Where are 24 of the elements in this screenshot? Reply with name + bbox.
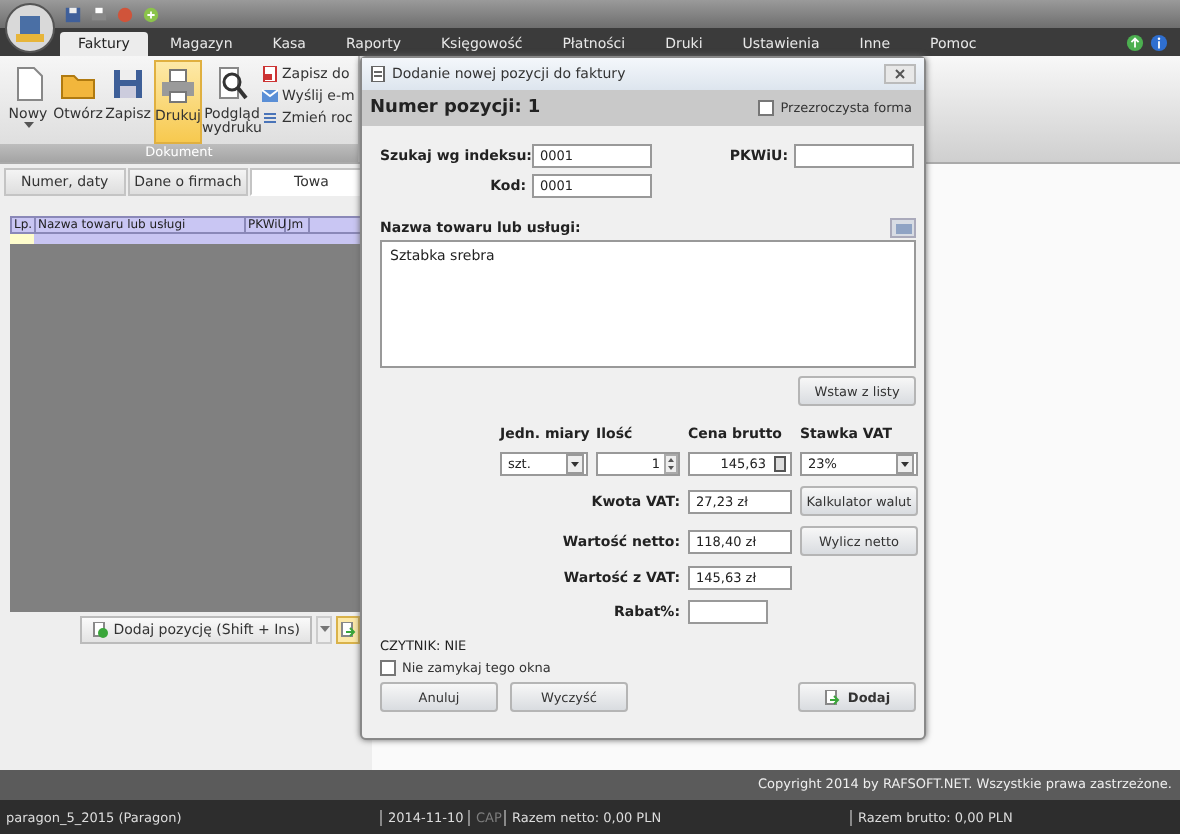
document-icon xyxy=(370,66,386,82)
document-icon xyxy=(262,66,278,82)
page-plus-icon xyxy=(91,621,108,637)
position-label: Numer pozycji: xyxy=(370,98,522,118)
app-logo-icon[interactable] xyxy=(4,2,56,54)
position-number: 1 xyxy=(527,98,543,118)
page-arrow-icon xyxy=(823,689,840,705)
close-button[interactable] xyxy=(884,64,916,84)
caret-icon xyxy=(319,626,329,632)
spinner-arrows-icon xyxy=(664,454,678,474)
page-arrow-icon xyxy=(340,621,356,637)
floppy-icon[interactable] xyxy=(64,5,82,23)
help-icon[interactable] xyxy=(1150,33,1168,51)
input-field[interactable] xyxy=(794,143,914,167)
input-field[interactable] xyxy=(688,600,768,624)
floppy-icon xyxy=(108,64,148,104)
page-arrow-button[interactable] xyxy=(336,615,360,643)
lines-icon xyxy=(262,110,278,126)
envelope-icon xyxy=(262,88,278,104)
plus-icon[interactable] xyxy=(142,5,160,23)
dropdown-button[interactable] xyxy=(316,615,332,643)
close-icon xyxy=(892,66,908,82)
caret-icon xyxy=(23,122,33,129)
arrow-up-icon[interactable] xyxy=(1126,33,1144,51)
